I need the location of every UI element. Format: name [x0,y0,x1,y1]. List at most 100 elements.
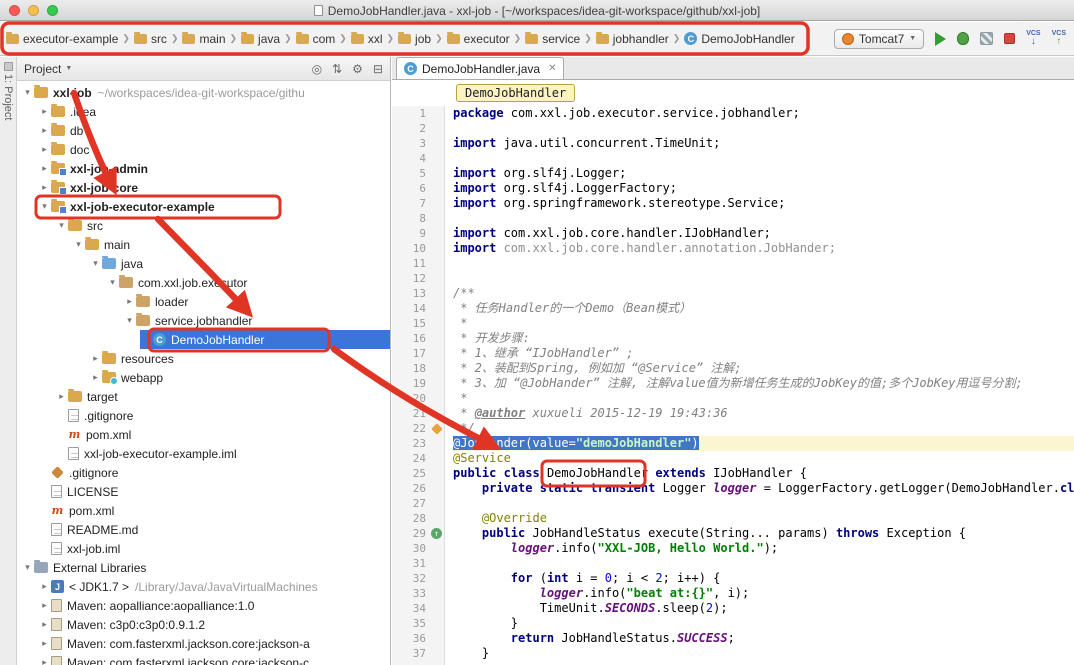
code-line-22[interactable]: */ [453,421,1074,436]
chevron-collapsed-icon[interactable]: ▸ [38,581,51,592]
tree-item-java[interactable]: ▾java [17,254,390,273]
bookmark-icon[interactable] [429,421,444,436]
code-line-30[interactable]: logger.info("XXL-JOB, Hello World."); [453,541,1074,556]
tree-item-src[interactable]: ▾src [17,216,390,235]
chevron-collapsed-icon[interactable]: ▸ [38,106,51,117]
code-line-13[interactable]: /** [453,286,1074,301]
tree-item-demojobhandler[interactable]: CDemoJobHandler [17,330,390,349]
run-button[interactable] [935,32,946,46]
chevron-collapsed-icon[interactable]: ▸ [38,657,51,665]
code-line-11[interactable] [453,256,1074,271]
tree-item-xxl-job-iml[interactable]: xxl-job.iml [17,539,390,558]
breadcrumb-com[interactable]: com [294,31,338,47]
coverage-button[interactable] [980,32,993,45]
tree-item-maven-c3p0-c3p0-0-9-1-2[interactable]: ▸Maven: c3p0:c3p0:0.9.1.2 [17,615,390,634]
code-line-3[interactable]: import java.util.concurrent.TimeUnit; [453,136,1074,151]
chevron-expanded-icon[interactable]: ▾ [106,277,119,288]
tree-item-license[interactable]: LICENSE [17,482,390,501]
chevron-collapsed-icon[interactable]: ▸ [38,600,51,611]
tree-item-db[interactable]: ▸db [17,121,390,140]
stop-button[interactable] [1004,33,1015,44]
tree-item-target[interactable]: ▸target [17,387,390,406]
tree-item-main[interactable]: ▾main [17,235,390,254]
breadcrumb-executor[interactable]: executor [445,31,512,47]
code-line-1[interactable]: package com.xxl.job.executor.service.job… [453,106,1074,121]
breadcrumb-job[interactable]: job [396,31,433,47]
scroll-from-source-icon[interactable]: ◎ [312,62,322,76]
code-line-37[interactable]: } [453,646,1074,661]
code-line-19[interactable]: * 3、加 “@JobHander” 注解, 注解value值为新增任务生成的J… [453,376,1074,391]
expand-collapse-icon[interactable]: ⇅ [332,62,342,76]
tree-item-pom-xml[interactable]: mpom.xml [17,501,390,520]
tree-item-jdk1-7[interactable]: ▸J< JDK1.7 >/Library/Java/JavaVirtualMac… [17,577,390,596]
tree-item-doc[interactable]: ▸doc [17,140,390,159]
code-line-6[interactable]: import org.slf4j.LoggerFactory; [453,181,1074,196]
chevron-collapsed-icon[interactable]: ▸ [89,353,102,364]
code-line-2[interactable] [453,121,1074,136]
tree-item-external-libraries[interactable]: ▾External Libraries [17,558,390,577]
tree-item-idea[interactable]: ▸.idea [17,102,390,121]
hide-panel-icon[interactable]: ⊟ [373,62,383,76]
code-line-9[interactable]: import com.xxl.job.core.handler.IJobHand… [453,226,1074,241]
tree-item-xxl-job-executor-example-iml[interactable]: xxl-job-executor-example.iml [17,444,390,463]
tree-item-resources[interactable]: ▸resources [17,349,390,368]
code-line-20[interactable]: * [453,391,1074,406]
code-line-24[interactable]: @Service [453,451,1074,466]
chevron-collapsed-icon[interactable]: ▸ [38,638,51,649]
tree-item-webapp[interactable]: ▸webapp [17,368,390,387]
breadcrumb-jobhandler[interactable]: jobhandler [594,31,671,47]
vcs-commit-button[interactable]: VCS↑ [1052,30,1066,47]
tree-item-maven-com-fasterxml-jackson-core-jackson-a[interactable]: ▸Maven: com.fasterxml.jackson.core:jacks… [17,634,390,653]
run-config-select[interactable]: Tomcat7 ▼ [834,29,924,49]
settings-gear-icon[interactable]: ⚙ [352,62,363,76]
code-line-32[interactable]: for (int i = 0; i < 2; i++) { [453,571,1074,586]
tree-item-gitignore[interactable]: .gitignore [17,406,390,425]
code-line-28[interactable]: @Override [453,511,1074,526]
code-line-17[interactable]: * 1、继承 “IJobHandler” ; [453,346,1074,361]
code-line-36[interactable]: return JobHandleStatus.SUCCESS; [453,631,1074,646]
code-line-10[interactable]: import com.xxl.job.core.handler.annotati… [453,241,1074,256]
debug-button[interactable] [957,32,969,45]
code-line-31[interactable] [453,556,1074,571]
chevron-expanded-icon[interactable]: ▾ [21,87,34,98]
code-line-16[interactable]: * 开发步骤: [453,331,1074,346]
chevron-collapsed-icon[interactable]: ▸ [89,372,102,383]
breadcrumb-xxl[interactable]: xxl [349,31,385,47]
tree-item-com-xxl-job-executor[interactable]: ▾com.xxl.job.executor [17,273,390,292]
chevron-collapsed-icon[interactable]: ▸ [123,296,136,307]
code-line-27[interactable] [453,496,1074,511]
code-line-29[interactable]: public JobHandleStatus execute(String...… [453,526,1074,541]
project-stripe-button[interactable]: 1: Project [2,74,14,120]
chevron-collapsed-icon[interactable]: ▸ [38,182,51,193]
code-line-23[interactable]: @JobHander(value="demoJobHandler") [453,436,1074,451]
tree-item-xxl-job-core[interactable]: ▸xxl-job-core [17,178,390,197]
close-tab-icon[interactable]: ✕ [548,63,556,74]
tree-item-maven-aopalliance-aopalliance-1-0[interactable]: ▸Maven: aopalliance:aopalliance:1.0 [17,596,390,615]
code-line-21[interactable]: * @author xuxueli 2015-12-19 19:43:36 [453,406,1074,421]
code-line-33[interactable]: logger.info("beat at:{}", i); [453,586,1074,601]
chevron-expanded-icon[interactable]: ▾ [123,315,136,326]
code-line-8[interactable] [453,211,1074,226]
class-breadcrumb-chip[interactable]: DemoJobHandler [456,84,575,102]
chevron-collapsed-icon[interactable]: ▸ [38,619,51,630]
chevron-expanded-icon[interactable]: ▾ [38,201,51,212]
code-line-18[interactable]: * 2、装配到Spring, 例如加 “@Service” 注解; [453,361,1074,376]
breadcrumb-src[interactable]: src [132,31,169,47]
code-line-34[interactable]: TimeUnit.SECONDS.sleep(2); [453,601,1074,616]
chevron-expanded-icon[interactable]: ▾ [21,562,34,573]
breadcrumb-demojobhandler[interactable]: CDemoJobHandler [682,31,796,47]
code-line-7[interactable]: import org.springframework.stereotype.Se… [453,196,1074,211]
vcs-update-button[interactable]: VCS↓ [1026,30,1040,47]
tab-demojobhandler-java[interactable]: C DemoJobHandler.java ✕ [396,57,564,79]
code-line-26[interactable]: private static transient Logger logger =… [453,481,1074,496]
breadcrumb-main[interactable]: main [180,31,227,47]
tree-item-xxl-job[interactable]: ▾xxl-job~/workspaces/idea-git-workspace/… [17,83,390,102]
tree-item-readme-md[interactable]: README.md [17,520,390,539]
tree-item-pom-xml[interactable]: mpom.xml [17,425,390,444]
breadcrumb-service[interactable]: service [523,31,582,47]
chevron-collapsed-icon[interactable]: ▸ [55,391,68,402]
code-line-25[interactable]: public class DemoJobHandler extends IJob… [453,466,1074,481]
chevron-collapsed-icon[interactable]: ▸ [38,163,51,174]
chevron-collapsed-icon[interactable]: ▸ [38,125,51,136]
tree-item-maven-com-fasterxml-jackson-core-jackson-c[interactable]: ▸Maven: com.fasterxml.jackson.core:jacks… [17,653,390,665]
